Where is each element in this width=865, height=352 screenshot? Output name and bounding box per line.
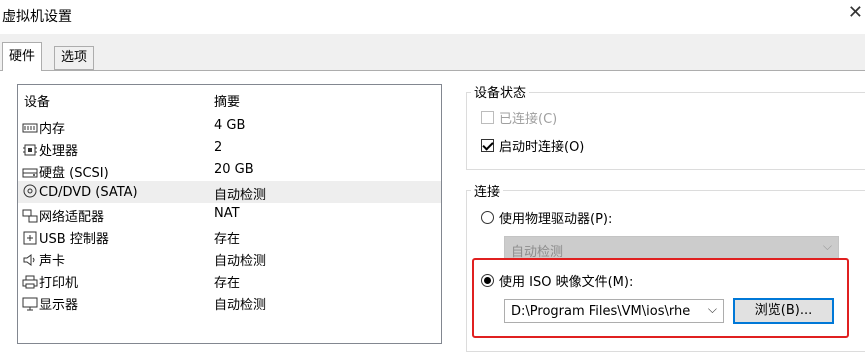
device-name: USB 控制器: [39, 232, 109, 247]
connected-label: 已连接(C): [499, 112, 558, 127]
connection-label: 连接: [471, 181, 504, 200]
iso-image-label: 使用 ISO 映像文件(M):: [499, 275, 634, 290]
display-icon: [22, 297, 38, 311]
device-name: 网络适配器: [39, 210, 105, 225]
tab-options[interactable]: 选项: [54, 46, 95, 70]
device-summary: NAT: [214, 206, 240, 221]
device-status-label: 设备状态: [471, 82, 530, 101]
iso-path-value: D:\Program Files\VM\ios\rhe: [511, 304, 691, 319]
device-row-cd-dvd[interactable]: CD/DVD (SATA) 自动检测: [18, 181, 441, 203]
physical-drive-radio-button[interactable]: [481, 211, 494, 224]
device-name: CD/DVD (SATA): [39, 185, 138, 200]
device-summary: 20 GB: [214, 162, 254, 177]
physical-drive-radio[interactable]: 使用物理驱动器(P):: [481, 208, 612, 227]
browse-button[interactable]: 浏览(B)...: [733, 298, 834, 324]
column-header-device[interactable]: 设备: [24, 91, 50, 110]
device-name: 声卡: [39, 254, 66, 269]
window-title: 虚拟机设置: [2, 9, 72, 25]
physical-drive-value: 自动检测: [511, 245, 564, 260]
device-summary: 自动检测: [214, 254, 267, 269]
physical-drive-dropdown[interactable]: 自动检测 ⌵: [504, 236, 839, 260]
chevron-down-icon: ⌵: [707, 302, 717, 316]
iso-path-combo[interactable]: D:\Program Files\VM\ios\rhe ⌵: [504, 299, 724, 323]
hard-disk-icon: [22, 165, 38, 179]
usb-icon: [22, 231, 38, 245]
cd-dvd-icon: [22, 184, 38, 198]
device-summary: 4 GB: [214, 118, 246, 133]
device-summary: 自动检测: [214, 298, 267, 313]
tab-strip: [0, 34, 865, 70]
device-summary: 存在: [214, 232, 241, 247]
printer-icon: [22, 275, 38, 289]
connected-checkbox-box[interactable]: [481, 111, 494, 124]
device-name: 显示器: [39, 298, 79, 313]
device-row-display[interactable]: 显示器 自动检测: [18, 291, 441, 313]
iso-image-radio[interactable]: 使用 ISO 映像文件(M):: [481, 271, 633, 290]
device-summary: 存在: [214, 276, 241, 291]
chevron-down-icon: ⌵: [822, 239, 832, 253]
memory-icon: [22, 121, 38, 135]
physical-drive-label: 使用物理驱动器(P):: [499, 212, 613, 227]
close-icon[interactable]: ✕: [848, 2, 863, 23]
device-name: 硬盘 (SCSI): [39, 166, 109, 181]
sound-card-icon: [22, 253, 38, 267]
device-name: 打印机: [39, 276, 79, 291]
connect-at-power-on-label: 启动时连接(O): [499, 140, 585, 155]
device-row-usb[interactable]: USB 控制器 存在: [18, 225, 441, 247]
title-bar: 虚拟机设置 ✕: [0, 0, 865, 32]
tab-hardware[interactable]: 硬件: [2, 42, 43, 71]
device-name: 处理器: [39, 144, 79, 159]
device-row-processor[interactable]: 处理器 2: [18, 137, 441, 159]
device-status-group: [466, 92, 865, 170]
device-list[interactable]: 设备 摘要 内存 4 GB 处理器 2 硬盘 (SCSI) 20 GB CD/D…: [17, 84, 442, 344]
device-summary: 自动检测: [214, 188, 267, 203]
column-header-summary[interactable]: 摘要: [214, 91, 240, 110]
device-row-sound-card[interactable]: 声卡 自动检测: [18, 247, 441, 269]
network-adapter-icon: [22, 209, 38, 223]
device-row-printer[interactable]: 打印机 存在: [18, 269, 441, 291]
device-row-memory[interactable]: 内存 4 GB: [18, 115, 441, 137]
processor-icon: [22, 143, 38, 157]
connect-at-power-on-checkbox-box[interactable]: [481, 139, 494, 152]
device-row-network-adapter[interactable]: 网络适配器 NAT: [18, 203, 441, 225]
connected-checkbox[interactable]: 已连接(C): [481, 108, 557, 127]
connect-at-power-on-checkbox[interactable]: 启动时连接(O): [481, 136, 584, 155]
device-name: 内存: [39, 122, 66, 137]
iso-image-radio-button[interactable]: [481, 274, 494, 287]
device-row-hard-disk[interactable]: 硬盘 (SCSI) 20 GB: [18, 159, 441, 181]
device-summary: 2: [214, 140, 223, 155]
